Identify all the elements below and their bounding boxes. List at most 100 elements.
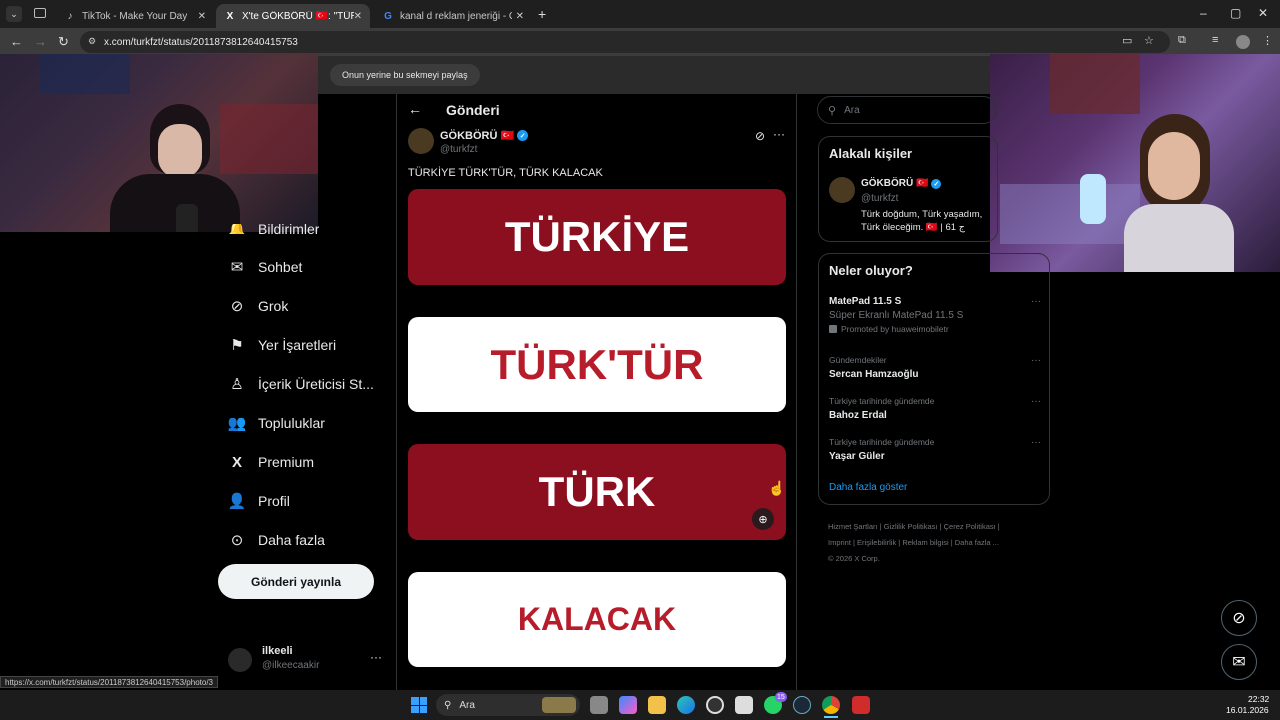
cast-icon[interactable]: ▭ [1122, 34, 1132, 47]
communities-icon: 👥 [227, 415, 247, 432]
account-switcher[interactable]: ilkeeli @ilkeecaakir ··· [224, 642, 386, 678]
footer-link[interactable]: Çerez Politikası [944, 522, 996, 531]
more-dots-icon[interactable]: ··· [1031, 396, 1041, 407]
clock-date[interactable]: 16.01.2026 [1226, 705, 1269, 715]
sidebar-item-premium[interactable]: X Premium [228, 447, 314, 477]
tab-tiktok[interactable]: ♪ TikTok - Make Your Day ✕ [56, 4, 214, 28]
store-icon[interactable] [735, 696, 753, 714]
more-dots-icon[interactable]: ··· [1031, 296, 1041, 307]
trend-context: Gündemdekiler [829, 355, 887, 365]
sidebar-item-profile[interactable]: 👤 Profil [228, 486, 290, 516]
grok-icon[interactable]: ⊘ [755, 129, 765, 143]
steam-icon[interactable] [793, 696, 811, 714]
trend-promo: Promoted by huaweimobiletr [829, 324, 1041, 334]
post-image-text: TÜRK'TÜR [490, 340, 704, 388]
post-image-text: TÜRKİYE [504, 213, 690, 260]
search-icon: ⚲ [444, 699, 452, 711]
share-this-tab-button[interactable]: Onun yerine bu sekmeyi paylaş [330, 64, 480, 86]
sidebar-item-bookmarks[interactable]: ⚑ Yer İşaretleri [228, 330, 336, 360]
menu-kebab-icon[interactable]: ⋮ [1262, 34, 1273, 47]
post-image[interactable]: KALACAK [408, 572, 786, 667]
site-info-icon[interactable]: ⚙ [88, 36, 96, 47]
sidebar-item-label: Grok [258, 298, 289, 314]
trend-item[interactable]: Türkiye tarihinde gündemde Bahoz Erdal ·… [829, 396, 1041, 426]
footer-link[interactable]: Reklam bilgisi [902, 538, 948, 547]
extensions-icon[interactable]: ⧉ [1178, 34, 1186, 47]
sidebar-item-label: Daha fazla [258, 532, 325, 548]
chrome-icon[interactable] [822, 696, 840, 714]
search-input[interactable]: ⚲ Ara [817, 96, 997, 124]
edge-icon[interactable] [677, 696, 695, 714]
more-dots-icon[interactable]: ··· [1031, 437, 1041, 448]
footer-link[interactable]: Gizlilik Politikası [884, 522, 938, 531]
messages-fab-button[interactable]: ✉ [1221, 644, 1257, 680]
more-dots-icon[interactable]: ··· [773, 127, 785, 141]
reload-icon[interactable]: ↻ [58, 34, 69, 50]
clock-time[interactable]: 22:32 [1248, 694, 1269, 704]
address-bar[interactable]: ⚙ x.com/turkfzt/status/20118738126404157… [80, 31, 1170, 53]
obs-icon[interactable] [706, 696, 724, 714]
profile-avatar[interactable] [1236, 35, 1250, 49]
footer-link[interactable]: Daha fazla ... [955, 538, 999, 547]
sidebar-item-grok[interactable]: ⊘ Grok [228, 291, 289, 321]
sidebar-item-communities[interactable]: 👥 Topluluklar [228, 408, 325, 438]
author-avatar[interactable] [408, 128, 434, 154]
grok-fab-button[interactable]: ⊘ [1221, 600, 1257, 636]
promoted-icon [829, 325, 837, 333]
image-grok-icon[interactable]: ⊕ [752, 508, 774, 530]
minimize-button[interactable]: – [1200, 6, 1207, 20]
close-icon[interactable]: ✕ [198, 11, 206, 22]
x-logo-icon: X [231, 453, 242, 471]
tab-search-icon[interactable] [34, 8, 46, 18]
close-icon[interactable]: ✕ [354, 11, 362, 22]
taskbar-search[interactable]: ⚲ Ara [436, 694, 580, 716]
file-explorer-icon[interactable] [648, 696, 666, 714]
trend-name: MatePad 11.5 S [829, 296, 902, 307]
restore-button[interactable]: ▢ [1230, 6, 1241, 20]
post-button[interactable]: Gönderi yayınla [218, 564, 374, 599]
more-dots-icon[interactable]: ··· [1031, 355, 1041, 366]
url-text: x.com/turkfzt/status/2011873812640415753 [104, 36, 298, 48]
more-dots-icon[interactable]: ··· [370, 650, 382, 664]
trend-item[interactable]: Türkiye tarihinde gündemde Yaşar Güler ·… [829, 437, 1041, 467]
sidebar-item-label: İçerik Üreticisi St... [258, 376, 374, 392]
sidebar-item-creator-studio[interactable]: ♙ İçerik Üreticisi St... [228, 369, 374, 399]
trend-item[interactable]: MatePad 11.5 S Süper Ekranlı MatePad 11.… [829, 296, 1041, 340]
post-image[interactable]: TÜRK'TÜR [408, 317, 786, 412]
media-icon[interactable]: ≡ [1212, 34, 1218, 46]
close-window-button[interactable]: ✕ [1258, 6, 1268, 20]
tab-list-button[interactable]: ⌄ [6, 6, 22, 22]
card-title: Neler oluyor? [829, 263, 913, 278]
author-handle[interactable]: @turkfzt [440, 144, 477, 155]
back-arrow-icon[interactable]: ← [408, 101, 422, 117]
recording-app-icon[interactable] [852, 696, 870, 714]
author-name-row[interactable]: GÖKBÖRÜ 🇹🇷 ✓ [440, 129, 529, 142]
creator-studio-icon: ♙ [230, 376, 244, 393]
person-name: GÖKBÖRÜ 🇹🇷 [861, 178, 929, 189]
tab-google[interactable]: G kanal d reklam jeneriği - Googl ✕ [374, 4, 532, 28]
footer-link[interactable]: Erişilebilirlik [857, 538, 896, 547]
trend-item[interactable]: Gündemdekiler Sercan Hamzaoğlu ··· [829, 355, 1041, 385]
person-name-row[interactable]: GÖKBÖRÜ 🇹🇷 ✓ [861, 178, 942, 189]
windows-start-icon[interactable] [411, 697, 427, 713]
bookmark-star-icon[interactable]: ☆ [1144, 34, 1154, 47]
footer-link[interactable]: Imprint [828, 538, 851, 547]
footer-link[interactable]: Hizmet Şartları [828, 522, 878, 531]
tab-title: kanal d reklam jeneriği - Googl [400, 10, 512, 22]
post-image[interactable]: TÜRKİYE [408, 189, 786, 285]
back-arrow-icon[interactable]: ← [10, 34, 23, 49]
sidebar-item-chat[interactable]: ✉ Sohbet [228, 252, 303, 282]
person-avatar[interactable] [829, 177, 855, 203]
tab-x-post[interactable]: X X'te GÖKBÖRÜ 🇹🇷: "TÜRKİYE TÜ ✕ [216, 4, 370, 28]
relevant-people-card: Alakalı kişiler GÖKBÖRÜ 🇹🇷 ✓ @turkfzt Tü… [818, 136, 998, 242]
copilot-icon[interactable] [619, 696, 637, 714]
task-view-icon[interactable] [590, 696, 608, 714]
post-image-text: KALACAK [517, 601, 677, 637]
forward-arrow-icon[interactable]: → [34, 34, 47, 49]
post-image[interactable]: TÜRK ⊕ [408, 444, 786, 540]
sidebar-item-notifications[interactable]: 🔔 Bildirimler [228, 224, 319, 234]
sidebar-item-more[interactable]: ⊙ Daha fazla [228, 525, 325, 555]
show-more-link[interactable]: Daha fazla göster [829, 482, 907, 493]
close-icon[interactable]: ✕ [516, 11, 524, 22]
new-tab-button[interactable]: + [538, 6, 546, 22]
